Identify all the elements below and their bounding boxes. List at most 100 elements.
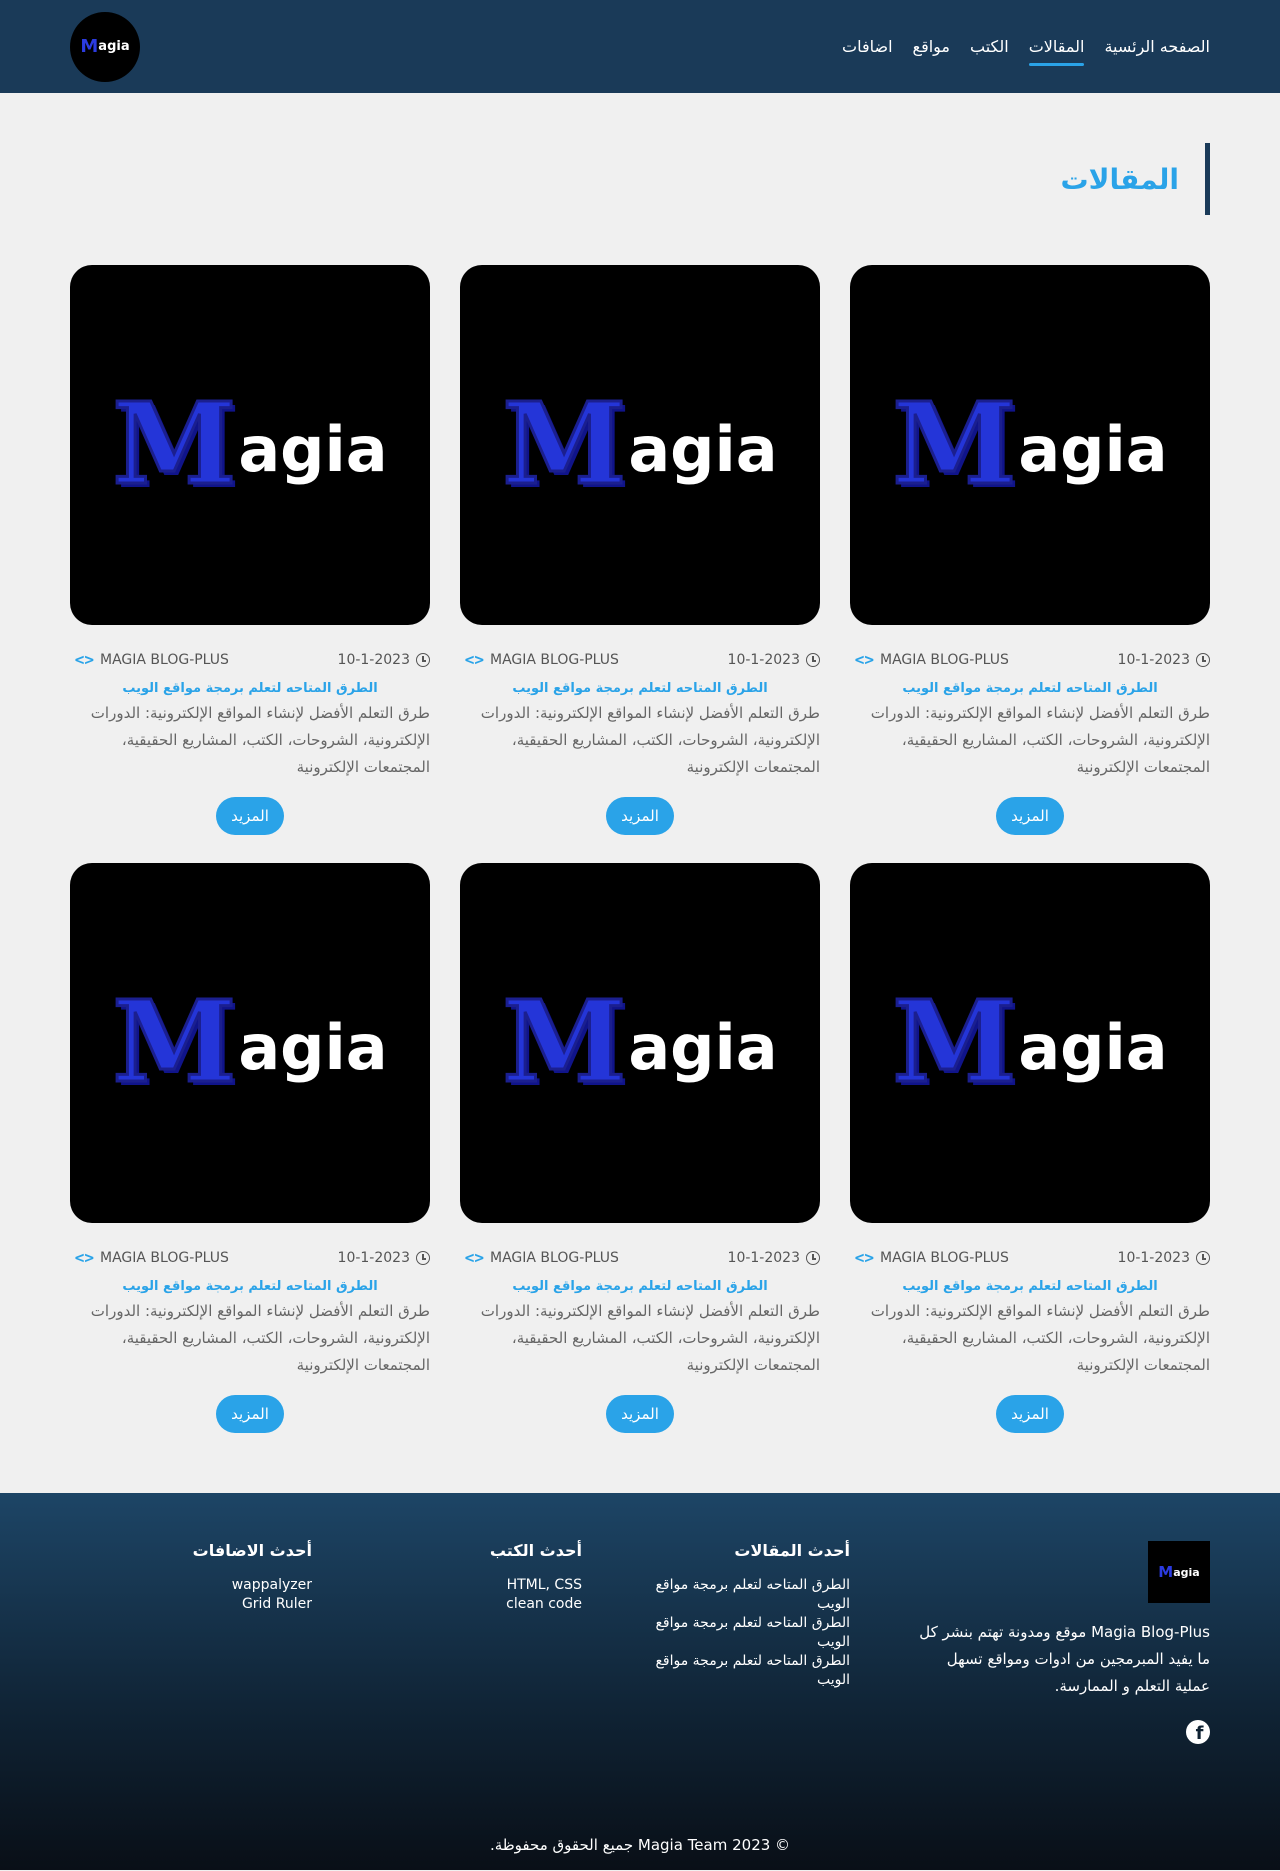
clock-icon xyxy=(416,1251,430,1265)
card-title[interactable]: الطرق المتاحه لتعلم برمجة مواقع الويب xyxy=(460,681,820,696)
article-card: Magia 10-1-2023 MAGIA BLOG-PLUS <> الطرق… xyxy=(460,265,820,835)
card-excerpt: طرق التعلم الأفضل لإنشاء المواقع الإلكتر… xyxy=(480,704,820,776)
footer-article-link[interactable]: الطرق المتاحه لتعلم برمجة مواقع الويب xyxy=(640,1652,850,1690)
card-image[interactable]: Magia xyxy=(70,863,430,1223)
clock-icon xyxy=(416,653,430,667)
footer-latest-books: أحدث الكتب HTML, CSS clean code xyxy=(422,1541,582,1614)
card-author: MAGIA BLOG-PLUS <> xyxy=(70,1249,229,1267)
card-author-text: MAGIA BLOG-PLUS xyxy=(880,652,1009,668)
site-footer: Magia Magia Blog-Plus موقع ومدونة تهتم ب… xyxy=(0,1493,1280,1870)
article-card: Magia 10-1-2023 MAGIA BLOG-PLUS <> الطرق… xyxy=(70,265,430,835)
footer-logo-m: M xyxy=(1158,1563,1174,1581)
card-meta: 10-1-2023 MAGIA BLOG-PLUS <> xyxy=(460,651,820,669)
card-image[interactable]: Magia xyxy=(850,265,1210,625)
nav-sites[interactable]: مواقع xyxy=(913,31,950,62)
card-actions: المزيد xyxy=(850,1395,1210,1433)
card-actions: المزيد xyxy=(850,797,1210,835)
footer-addons-heading: أحدث الاضافات xyxy=(192,1541,312,1560)
code-icon: <> xyxy=(464,650,484,669)
nav-addons[interactable]: اضافات xyxy=(842,31,893,62)
card-image-logo-m: M xyxy=(501,977,628,1108)
card-actions: المزيد xyxy=(460,797,820,835)
footer-article-link[interactable]: الطرق المتاحه لتعلم برمجة مواقع الويب xyxy=(640,1614,850,1652)
card-author: MAGIA BLOG-PLUS <> xyxy=(850,651,1009,669)
more-button[interactable]: المزيد xyxy=(606,797,674,835)
card-image-logo-m: M xyxy=(501,379,628,510)
more-button[interactable]: المزيد xyxy=(606,1395,674,1433)
more-button[interactable]: المزيد xyxy=(216,797,284,835)
logo-m: M xyxy=(80,36,99,57)
nav-books[interactable]: الكتب xyxy=(970,31,1009,62)
card-actions: المزيد xyxy=(70,1395,430,1433)
article-card: Magia 10-1-2023 MAGIA BLOG-PLUS <> الطرق… xyxy=(850,863,1210,1433)
card-image[interactable]: Magia xyxy=(460,863,820,1223)
card-title[interactable]: الطرق المتاحه لتعلم برمجة مواقع الويب xyxy=(850,681,1210,696)
code-icon: <> xyxy=(854,1248,874,1267)
footer-addon-link[interactable]: Grid Ruler xyxy=(152,1595,312,1614)
footer-logo[interactable]: Magia xyxy=(1148,1541,1210,1603)
clock-icon xyxy=(806,1251,820,1265)
footer-book-link[interactable]: HTML, CSS xyxy=(422,1576,582,1595)
card-date: 10-1-2023 xyxy=(1118,652,1210,668)
footer-books-heading: أحدث الكتب xyxy=(489,1541,582,1560)
site-logo[interactable]: Magia xyxy=(70,11,140,82)
article-card: Magia 10-1-2023 MAGIA BLOG-PLUS <> الطرق… xyxy=(850,265,1210,835)
card-title[interactable]: الطرق المتاحه لتعلم برمجة مواقع الويب xyxy=(70,1279,430,1294)
card-meta: 10-1-2023 MAGIA BLOG-PLUS <> xyxy=(850,651,1210,669)
card-date: 10-1-2023 xyxy=(728,1250,820,1266)
card-date: 10-1-2023 xyxy=(728,652,820,668)
footer-about: Magia Magia Blog-Plus موقع ومدونة تهتم ب… xyxy=(910,1541,1210,1744)
card-date-text: 10-1-2023 xyxy=(337,652,410,668)
card-excerpt: طرق التعلم الأفضل لإنشاء المواقع الإلكتر… xyxy=(870,1302,1210,1374)
more-button[interactable]: المزيد xyxy=(996,797,1064,835)
code-icon: <> xyxy=(464,1248,484,1267)
card-image-logo-rest: agia xyxy=(238,1010,388,1084)
card-author: MAGIA BLOG-PLUS <> xyxy=(850,1249,1009,1267)
nav-articles[interactable]: المقالات xyxy=(1028,31,1084,66)
card-image[interactable]: Magia xyxy=(70,265,430,625)
card-author-text: MAGIA BLOG-PLUS xyxy=(490,652,619,668)
card-actions: المزيد xyxy=(460,1395,820,1433)
card-author: MAGIA BLOG-PLUS <> xyxy=(70,651,229,669)
card-image[interactable]: Magia xyxy=(460,265,820,625)
footer-latest-articles: أحدث المقالات الطرق المتاحه لتعلم برمجة … xyxy=(640,1541,850,1690)
card-title[interactable]: الطرق المتاحه لتعلم برمجة مواقع الويب xyxy=(460,1279,820,1294)
footer-about-text: Magia Blog-Plus موقع ومدونة تهتم بنشر كل… xyxy=(919,1623,1210,1695)
card-actions: المزيد xyxy=(70,797,430,835)
more-button[interactable]: المزيد xyxy=(996,1395,1064,1433)
card-author-text: MAGIA BLOG-PLUS xyxy=(100,1250,229,1266)
card-title[interactable]: الطرق المتاحه لتعلم برمجة مواقع الويب xyxy=(850,1279,1210,1294)
card-author-text: MAGIA BLOG-PLUS xyxy=(490,1250,619,1266)
code-icon: <> xyxy=(74,650,94,669)
nav-home[interactable]: الصفحه الرئسية xyxy=(1104,31,1210,62)
page-title: المقالات xyxy=(1060,143,1210,215)
footer-latest-addons: أحدث الاضافات wappalyzer Grid Ruler xyxy=(152,1541,312,1614)
site-header: الصفحه الرئسية المقالات الكتب مواقع اضاف… xyxy=(0,0,1280,93)
card-date-text: 10-1-2023 xyxy=(1117,1250,1190,1266)
card-title[interactable]: الطرق المتاحه لتعلم برمجة مواقع الويب xyxy=(70,681,430,696)
card-date: 10-1-2023 xyxy=(338,1250,430,1266)
card-image-logo-rest: agia xyxy=(628,1010,778,1084)
article-card: Magia 10-1-2023 MAGIA BLOG-PLUS <> الطرق… xyxy=(70,863,430,1433)
card-image[interactable]: Magia xyxy=(850,863,1210,1223)
card-excerpt: طرق التعلم الأفضل لإنشاء المواقع الإلكتر… xyxy=(870,704,1210,776)
card-date-text: 10-1-2023 xyxy=(337,1250,410,1266)
card-excerpt: طرق التعلم الأفضل لإنشاء المواقع الإلكتر… xyxy=(480,1302,820,1374)
clock-icon xyxy=(1196,1251,1210,1265)
footer-addon-link[interactable]: wappalyzer xyxy=(152,1576,312,1595)
main-nav: الصفحه الرئسية المقالات الكتب مواقع اضاف… xyxy=(842,31,1210,66)
facebook-icon[interactable]: f xyxy=(1186,1720,1210,1744)
card-date: 10-1-2023 xyxy=(1118,1250,1210,1266)
code-icon: <> xyxy=(74,1248,94,1267)
footer-article-link[interactable]: الطرق المتاحه لتعلم برمجة مواقع الويب xyxy=(640,1576,850,1614)
code-icon: <> xyxy=(854,650,874,669)
card-author: MAGIA BLOG-PLUS <> xyxy=(460,1249,619,1267)
card-meta: 10-1-2023 MAGIA BLOG-PLUS <> xyxy=(850,1249,1210,1267)
card-date: 10-1-2023 xyxy=(338,652,430,668)
more-button[interactable]: المزيد xyxy=(216,1395,284,1433)
article-card: Magia 10-1-2023 MAGIA BLOG-PLUS <> الطرق… xyxy=(460,863,820,1433)
card-image-logo-rest: agia xyxy=(1018,412,1168,486)
card-date-text: 10-1-2023 xyxy=(727,652,800,668)
footer-book-link[interactable]: clean code xyxy=(422,1595,582,1614)
card-excerpt: طرق التعلم الأفضل لإنشاء المواقع الإلكتر… xyxy=(90,704,430,776)
